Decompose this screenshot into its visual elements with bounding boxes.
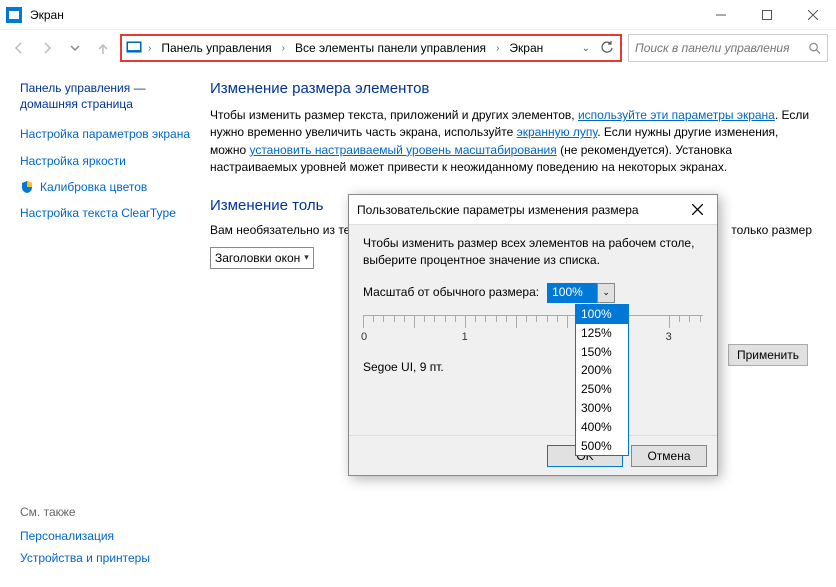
dialog-close-button[interactable] [685,198,709,222]
sidebar: Панель управления — домашняя страница На… [20,80,210,269]
scale-option-200[interactable]: 200% [576,361,628,380]
search-box[interactable] [628,34,828,62]
sidebar-link-color-calibration[interactable]: Калибровка цветов [40,179,147,195]
scale-option-400[interactable]: 400% [576,418,628,437]
recent-locations-button[interactable] [64,37,86,59]
link-display-params[interactable]: используйте эти параметры экрана [578,108,775,122]
scale-option-250[interactable]: 250% [576,380,628,399]
scale-option-100[interactable]: 100% [576,305,628,324]
scale-label: Масштаб от обычного размера: [363,284,539,301]
search-icon[interactable] [808,41,821,55]
ruler-tick-0: 0 [361,330,367,345]
close-button[interactable] [790,0,836,30]
ruler-tick-1: 1 [462,330,468,345]
see-also-heading: См. также [20,505,150,519]
up-button[interactable] [92,37,114,59]
sidebar-link-brightness[interactable]: Настройка яркости [20,153,200,169]
breadcrumb-control-panel[interactable]: Панель управления [157,39,275,57]
ruler-tick-3: 3 [666,330,672,345]
chevron-down-icon: ▾ [304,252,309,263]
minimize-button[interactable] [698,0,744,30]
cancel-button[interactable]: Отмена [631,445,707,467]
scale-option-150[interactable]: 150% [576,343,628,362]
see-also-devices[interactable]: Устройства и принтеры [20,551,150,565]
address-bar[interactable]: › Панель управления › Все элементы панел… [120,34,622,62]
control-panel-home-link[interactable]: Панель управления — домашняя страница [20,80,200,112]
link-magnifier[interactable]: экранную лупу [517,125,598,139]
forward-button[interactable] [36,37,58,59]
title-bar: Экран [0,0,836,30]
dialog-body: Чтобы изменить размер всех элементов на … [349,225,717,385]
see-also-section: См. также Персонализация Устройства и пр… [20,505,150,573]
page-heading: Изменение размера элементов [210,80,816,97]
text-item-combobox[interactable]: Заголовки окон ▾ [210,247,314,269]
font-sample: Segoe UI, 9 пт. [363,359,703,376]
back-button[interactable] [8,37,30,59]
search-input[interactable] [635,41,808,55]
nav-row: › Панель управления › Все элементы панел… [0,30,836,66]
dialog-title: Пользовательские параметры изменения раз… [357,203,639,217]
ruler[interactable]: 0 1 3 [363,315,703,355]
link-custom-scaling[interactable]: установить настраиваемый уровень масштаб… [249,143,556,157]
scale-dropdown-list[interactable]: 100% 125% 150% 200% 250% 300% 400% 500% [575,304,629,456]
scale-option-300[interactable]: 300% [576,399,628,418]
dialog-title-bar: Пользовательские параметры изменения раз… [349,195,717,225]
sidebar-link-display-settings[interactable]: Настройка параметров экрана [20,126,200,142]
breadcrumb-display[interactable]: Экран [505,39,547,57]
custom-scaling-dialog: Пользовательские параметры изменения раз… [348,194,718,476]
scale-dropdown-button[interactable]: ⌄ [597,283,615,303]
chevron-right-icon[interactable]: › [494,43,501,54]
address-dropdown-button[interactable]: ⌄ [578,43,594,54]
sidebar-link-cleartype[interactable]: Настройка текста ClearType [20,205,200,221]
apply-button[interactable]: Применить [728,344,808,366]
monitor-icon [126,41,142,55]
scale-option-500[interactable]: 500% [576,437,628,456]
breadcrumb-all-items[interactable]: Все элементы панели управления [291,39,490,57]
scale-combobox[interactable]: 100% [547,283,597,303]
refresh-button[interactable] [598,39,616,57]
combobox-value: Заголовки окон [215,251,300,265]
page-description: Чтобы изменить размер текста, приложений… [210,107,816,177]
chevron-right-icon[interactable]: › [146,43,153,54]
shield-icon [20,180,34,194]
scale-option-125[interactable]: 125% [576,324,628,343]
window-title: Экран [30,8,64,22]
see-also-personalization[interactable]: Персонализация [20,529,150,543]
app-icon [6,7,22,23]
maximize-button[interactable] [744,0,790,30]
chevron-right-icon[interactable]: › [280,43,287,54]
dialog-footer: OK Отмена [349,435,717,475]
dialog-instructions: Чтобы изменить размер всех элементов на … [363,235,703,269]
